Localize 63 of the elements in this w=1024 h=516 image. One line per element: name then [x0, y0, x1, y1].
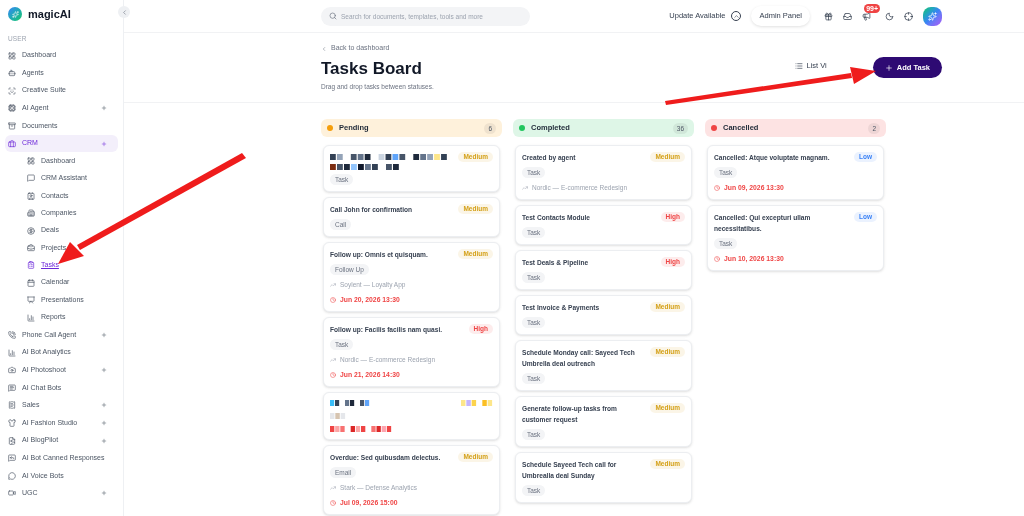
menu-icon	[27, 313, 35, 322]
chevron-left-icon	[120, 8, 128, 16]
menu-icon	[8, 121, 16, 130]
pixelated-text	[330, 413, 346, 419]
plus-icon	[884, 63, 893, 72]
gift-icon[interactable]	[824, 11, 833, 21]
plus-icon	[101, 140, 107, 147]
menu-icon	[8, 454, 16, 463]
menu-icon	[8, 401, 16, 410]
menu-icon	[27, 174, 35, 183]
pixelated-text	[330, 426, 392, 432]
task-card[interactable]	[323, 392, 500, 440]
pixelated-text	[330, 164, 400, 170]
target-icon[interactable]	[904, 11, 913, 21]
trend-icon	[330, 282, 336, 288]
clock-icon	[714, 256, 720, 262]
plus-icon	[101, 420, 107, 426]
menu-icon	[27, 296, 35, 305]
clock-icon	[330, 297, 336, 303]
search-icon	[329, 12, 337, 20]
menu-icon	[8, 471, 16, 480]
inbox-icon[interactable]	[843, 11, 852, 21]
list-icon	[794, 61, 803, 70]
megaphone-icon[interactable]	[862, 11, 871, 21]
menu-icon	[27, 226, 35, 235]
plus-icon	[101, 437, 107, 444]
pixelated-text	[461, 400, 493, 406]
clock-icon	[714, 185, 720, 191]
pixelated-text	[330, 400, 370, 406]
chevron-left-icon	[321, 45, 327, 52]
menu-icon	[8, 419, 16, 427]
menu-icon	[8, 104, 16, 113]
menu-icon	[27, 209, 35, 218]
menu-icon	[27, 261, 35, 270]
menu-icon	[27, 243, 35, 252]
trend-icon	[522, 185, 528, 191]
plus-icon	[101, 332, 107, 338]
menu-icon	[27, 191, 35, 200]
page-title: Tasks Board	[321, 58, 423, 79]
plus-icon	[101, 105, 107, 112]
clock-icon	[330, 372, 336, 378]
moon-icon[interactable]	[885, 11, 894, 21]
menu-icon	[27, 278, 35, 287]
menu-icon	[8, 383, 16, 392]
menu-icon	[8, 489, 16, 498]
plus-icon	[101, 490, 107, 497]
logo-icon	[8, 7, 22, 21]
menu-icon	[8, 436, 16, 445]
menu-icon	[8, 69, 16, 78]
menu-icon	[8, 331, 16, 339]
menu-icon	[8, 139, 16, 148]
plus-icon	[101, 402, 107, 409]
menu-icon	[8, 348, 16, 357]
brand-name: magicAI	[28, 6, 71, 22]
plus-icon	[101, 367, 107, 374]
trend-icon	[330, 485, 336, 491]
avatar[interactable]	[923, 6, 942, 26]
clock-icon	[330, 500, 336, 506]
menu-icon	[8, 366, 16, 375]
menu-icon	[8, 86, 16, 95]
menu-icon	[27, 157, 35, 165]
trend-icon	[330, 357, 336, 363]
menu-icon	[8, 51, 16, 60]
